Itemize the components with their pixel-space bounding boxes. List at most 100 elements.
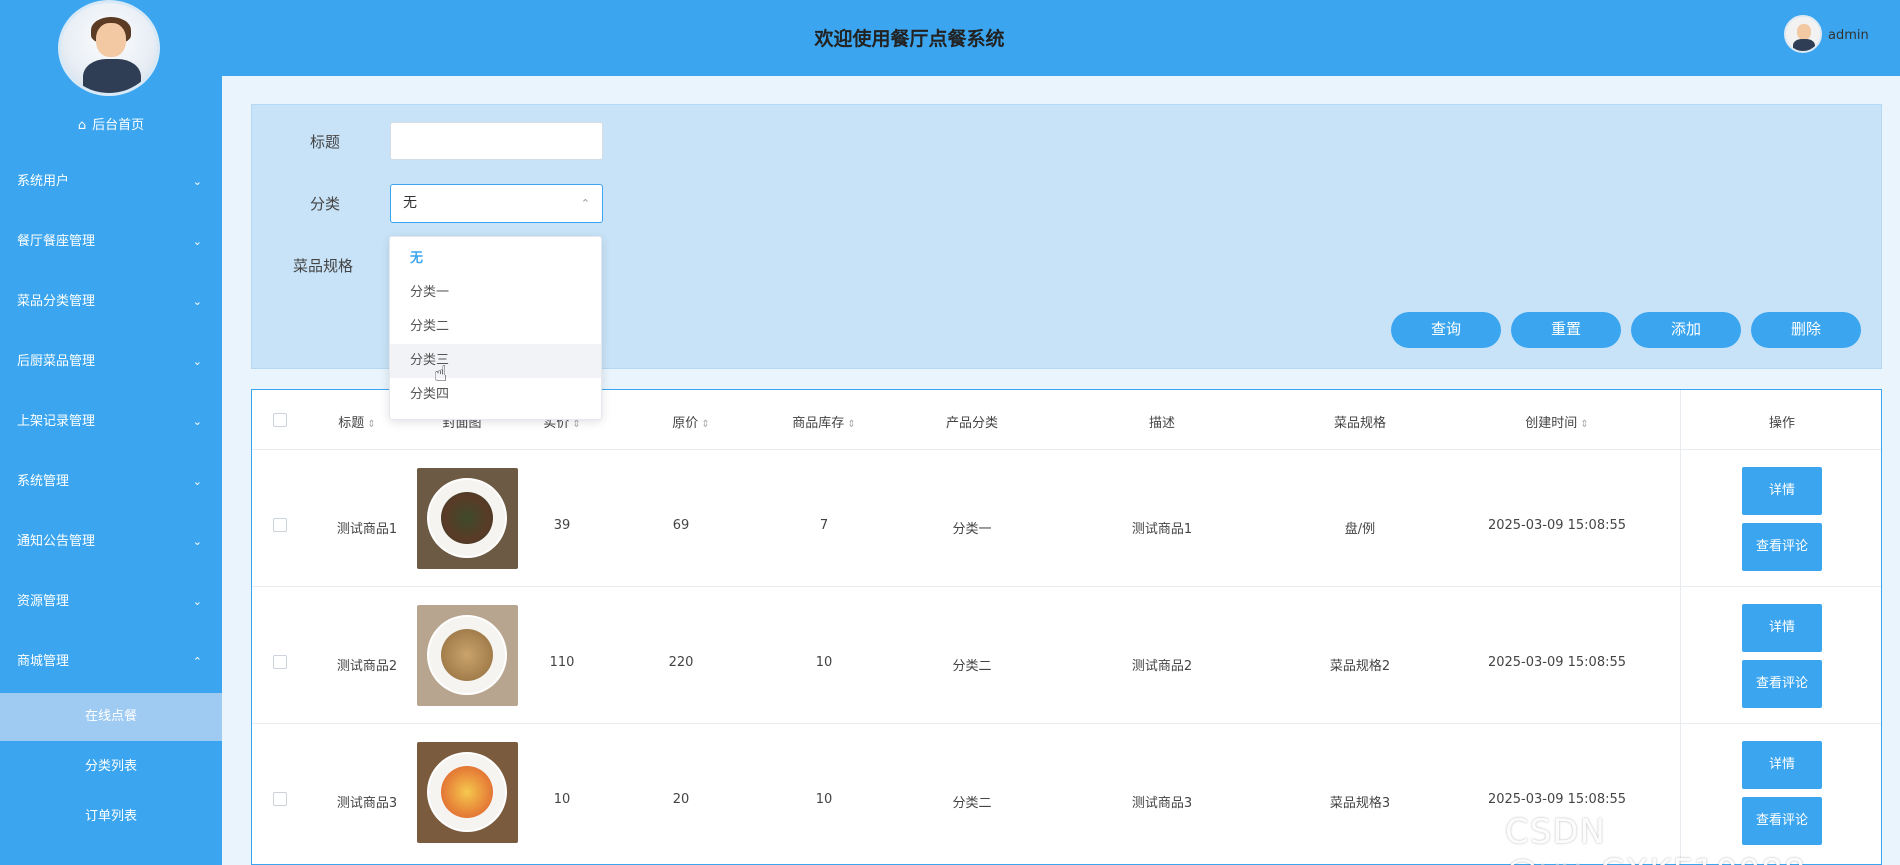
cell-spec: 菜品规格2 xyxy=(1329,659,1391,674)
cell-original-price: 69 xyxy=(672,518,690,533)
cell-category: 分类二 xyxy=(952,659,992,674)
user-avatar[interactable] xyxy=(1784,15,1822,53)
column-header-stock[interactable]: 商品库存 ⇕ xyxy=(759,412,889,431)
sidebar-item-kitchen-dishes[interactable]: 后厨菜品管理 ⌄ xyxy=(0,342,222,382)
dish-image[interactable] xyxy=(417,605,518,706)
chevron-down-icon: ⌄ xyxy=(192,475,202,488)
title-input[interactable] xyxy=(390,122,603,160)
column-header-original-price[interactable]: 原价 ⇕ xyxy=(646,412,736,431)
cell-price: 10 xyxy=(553,792,571,807)
column-header-description: 描述 xyxy=(1102,412,1222,431)
chevron-down-icon: ⌄ xyxy=(192,535,202,548)
username-label[interactable]: admin xyxy=(1828,28,1869,43)
detail-button[interactable]: 详情 xyxy=(1742,741,1822,789)
dish-image[interactable] xyxy=(417,742,518,843)
cell-created: 2025-03-09 15:08:55 xyxy=(1487,518,1627,533)
sidebar-subitem-order-list[interactable]: 订单列表 xyxy=(0,793,222,841)
reset-button[interactable]: 重置 xyxy=(1511,312,1621,348)
category-select[interactable]: 无 ⌃ xyxy=(390,184,603,223)
dropdown-option-category-2[interactable]: 分类二 xyxy=(390,310,601,344)
cell-spec: 盘/例 xyxy=(1344,522,1376,537)
cell-stock: 10 xyxy=(815,792,833,807)
chevron-down-icon: ⌄ xyxy=(192,595,202,608)
category-select-value: 无 xyxy=(403,195,417,211)
sidebar-item-label: 系统用户 xyxy=(17,174,70,189)
sidebar: ⌂ 后台首页 系统用户 ⌄ 餐厅餐座管理 ⌄ 菜品分类管理 ⌄ 后厨菜品管理 ⌄ 上架记录… xyxy=(0,0,222,865)
sidebar-subitem-online-ordering[interactable]: 在线点餐 xyxy=(0,693,222,741)
sort-icon: ⇕ xyxy=(847,419,856,430)
sidebar-item-seats[interactable]: 餐厅餐座管理 ⌄ xyxy=(0,222,222,262)
chevron-up-icon: ⌃ xyxy=(192,655,202,668)
cell-price: 110 xyxy=(549,655,575,670)
column-header-label: 产品分类 xyxy=(945,416,998,431)
chevron-down-icon: ⌄ xyxy=(192,235,202,248)
row-checkbox[interactable] xyxy=(273,518,287,532)
sidebar-item-label: 后厨菜品管理 xyxy=(17,354,96,369)
detail-button[interactable]: 详情 xyxy=(1742,467,1822,515)
column-header-created[interactable]: 创建时间 ⇕ xyxy=(1482,412,1632,431)
chevron-down-icon: ⌄ xyxy=(192,355,202,368)
view-comments-button[interactable]: 查看评论 xyxy=(1742,660,1822,708)
sidebar-item-shop-management[interactable]: 商城管理 ⌃ xyxy=(0,642,222,682)
row-divider xyxy=(252,723,1881,724)
query-button[interactable]: 查询 xyxy=(1391,312,1501,348)
dropdown-option-category-1[interactable]: 分类一 xyxy=(390,276,601,310)
column-header-spec: 菜品规格 xyxy=(1300,412,1420,431)
sidebar-item-system-management[interactable]: 系统管理 ⌄ xyxy=(0,462,222,502)
sidebar-item-announcements[interactable]: 通知公告管理 ⌄ xyxy=(0,522,222,562)
select-all-checkbox[interactable] xyxy=(273,413,287,427)
column-header-actions: 操作 xyxy=(1742,412,1822,431)
sidebar-item-dish-categories[interactable]: 菜品分类管理 ⌄ xyxy=(0,282,222,322)
add-button[interactable]: 添加 xyxy=(1631,312,1741,348)
sidebar-item-label: 商城管理 xyxy=(17,654,70,669)
sidebar-avatar xyxy=(58,0,160,96)
delete-button[interactable]: 删除 xyxy=(1751,312,1861,348)
column-header-category: 产品分类 xyxy=(912,412,1032,431)
row-divider xyxy=(252,449,1881,450)
dropdown-option-category-4[interactable]: 分类四 xyxy=(390,378,601,412)
cell-price: 39 xyxy=(553,518,571,533)
sidebar-item-label: 系统管理 xyxy=(17,474,70,489)
cell-title: 测试商品2 xyxy=(336,659,398,674)
sidebar-item-shelf-records[interactable]: 上架记录管理 ⌄ xyxy=(0,402,222,442)
sidebar-subitem-label: 订单列表 xyxy=(84,809,137,824)
sidebar-home-link[interactable]: ⌂ 后台首页 xyxy=(0,114,222,133)
cell-title: 测试商品1 xyxy=(336,522,398,537)
home-label: 后台首页 xyxy=(92,118,145,133)
chevron-down-icon: ⌄ xyxy=(192,415,202,428)
sidebar-item-label: 菜品分类管理 xyxy=(17,294,96,309)
dish-image[interactable] xyxy=(417,468,518,569)
product-table: 标题 ⇕ 封面图 实价 ⇕ 原价 ⇕ 商品库存 ⇕ 产品分类 描述 菜品规格 创建时间 ⇕… xyxy=(251,389,1882,865)
cell-description: 测试商品2 xyxy=(1131,659,1193,674)
category-dropdown: 无 分类一 分类二 分类三 分类四 xyxy=(389,236,602,420)
cell-category: 分类二 xyxy=(952,796,992,811)
sidebar-item-resources[interactable]: 资源管理 ⌄ xyxy=(0,582,222,622)
column-header-label: 商品库存 xyxy=(792,416,845,431)
row-divider xyxy=(252,586,1881,587)
cell-original-price: 20 xyxy=(672,792,690,807)
sidebar-subitem-label: 分类列表 xyxy=(84,759,137,774)
column-header-title[interactable]: 标题 ⇕ xyxy=(322,412,392,431)
view-comments-button[interactable]: 查看评论 xyxy=(1742,523,1822,571)
column-header-label: 操作 xyxy=(1768,416,1795,431)
sort-icon: ⇕ xyxy=(572,419,581,430)
title-field-label: 标题 xyxy=(310,133,341,151)
row-checkbox[interactable] xyxy=(273,655,287,669)
column-header-label: 创建时间 xyxy=(1525,416,1578,431)
column-header-label: 标题 xyxy=(338,416,365,431)
row-checkbox[interactable] xyxy=(273,792,287,806)
sidebar-subitem-category-list[interactable]: 分类列表 xyxy=(0,743,222,791)
chevron-down-icon: ⌄ xyxy=(192,175,202,188)
cell-stock: 7 xyxy=(819,518,829,533)
cell-title: 测试商品3 xyxy=(336,796,398,811)
column-header-label: 菜品规格 xyxy=(1333,416,1386,431)
cell-stock: 10 xyxy=(815,655,833,670)
chevron-up-icon: ⌃ xyxy=(580,197,590,210)
dropdown-option-none[interactable]: 无 xyxy=(390,242,601,276)
dropdown-option-category-3[interactable]: 分类三 xyxy=(390,344,601,378)
sidebar-item-system-users[interactable]: 系统用户 ⌄ xyxy=(0,162,222,202)
detail-button[interactable]: 详情 xyxy=(1742,604,1822,652)
column-header-label: 描述 xyxy=(1148,416,1175,431)
cell-created: 2025-03-09 15:08:55 xyxy=(1487,792,1627,807)
sidebar-item-label: 上架记录管理 xyxy=(17,414,96,429)
